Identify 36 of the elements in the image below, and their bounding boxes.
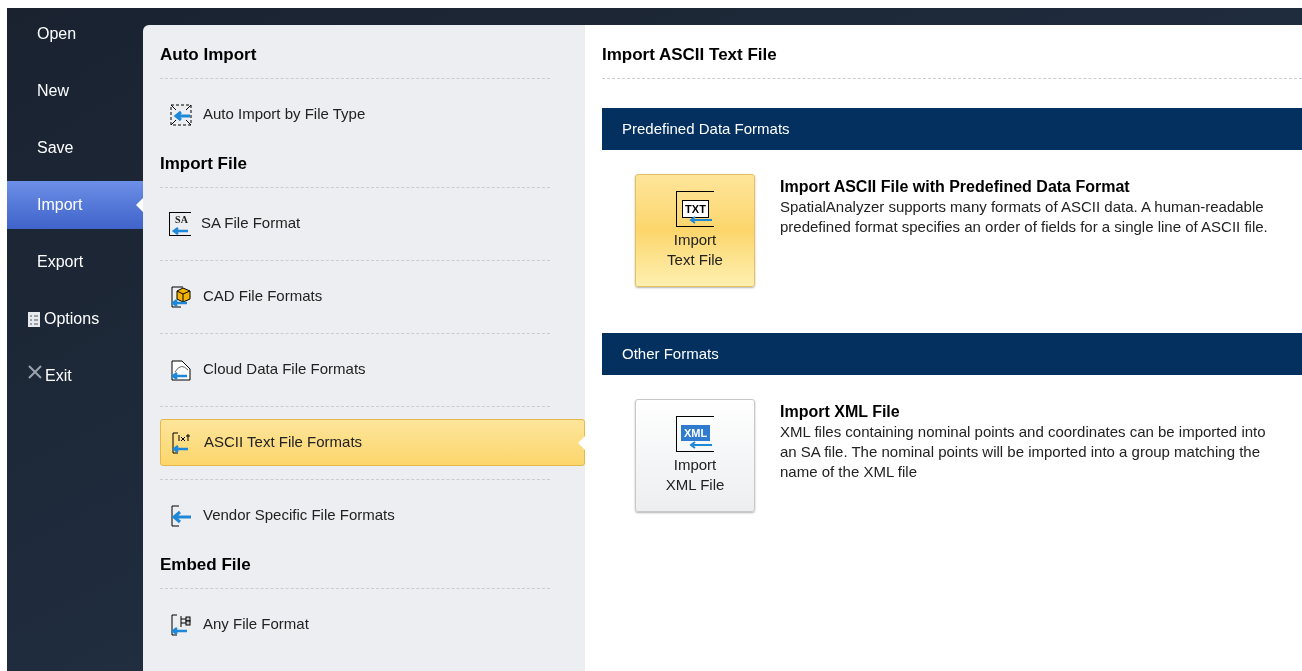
menu-item[interactable]: Open	[7, 10, 143, 58]
document-icon	[27, 310, 41, 328]
import-option[interactable]: CAD File Formats	[160, 273, 550, 320]
import-option[interactable]: Vendor Specific File Formats	[160, 492, 550, 539]
cube-file-icon	[169, 284, 193, 309]
file-import-icon	[169, 503, 193, 528]
import-button[interactable]: XML Import XML File	[635, 399, 755, 512]
import-option[interactable]: Cloud Data File Formats	[160, 346, 550, 393]
category-heading: Embed File	[160, 554, 252, 576]
text-file-icon: TXT	[676, 191, 714, 227]
menu-item[interactable]: New	[7, 67, 143, 115]
option-description: SpatialAnalyzer supports many formats of ASCII data. A human-readable predefined format specifies an order of fields for a single line of ASCII file.	[780, 197, 1269, 237]
menu-item[interactable]: Options	[7, 295, 143, 343]
import-option[interactable]: Any File Format	[160, 601, 550, 648]
import-option[interactable]: SA SA File Format	[160, 200, 550, 247]
import-option[interactable]: Auto Import by File Type	[160, 91, 550, 138]
option-title: Import XML File	[780, 402, 901, 422]
import-option[interactable]: ASCII Text File Formats	[160, 419, 585, 466]
detail-title: Import ASCII Text File	[602, 44, 778, 66]
option-description: XML files containing nominal points and coordinates can be imported into an SA file. The nominal points will be imported into a group matching the name of the XML file	[780, 422, 1267, 482]
cloud-file-icon	[169, 357, 193, 382]
category-heading: Auto Import	[160, 44, 258, 66]
menu-item[interactable]: Exit	[7, 352, 143, 400]
menu-item[interactable]: Save	[7, 124, 143, 172]
close-icon	[27, 364, 43, 380]
menu-item[interactable]: Export	[7, 238, 143, 286]
import-button[interactable]: TXT Import Text File	[635, 174, 755, 287]
category-heading: Import File	[160, 153, 248, 175]
section-header: Other Formats	[602, 333, 1302, 375]
xml-file-icon: XML	[676, 416, 714, 452]
menu-item[interactable]: Import	[7, 181, 143, 229]
section-header: Predefined Data Formats	[602, 108, 1302, 150]
tree-file-icon	[169, 612, 193, 637]
auto-import-icon	[169, 102, 193, 127]
sa-file-icon: SA	[169, 211, 191, 236]
option-title: Import ASCII File with Predefined Data Format	[780, 177, 1131, 197]
